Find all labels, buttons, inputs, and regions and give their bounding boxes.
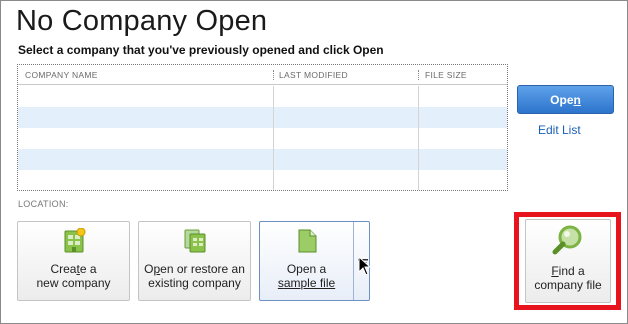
column-header-file-size[interactable]: FILE SIZE <box>425 70 467 80</box>
magnifier-icon <box>552 225 582 255</box>
table-row[interactable] <box>18 86 507 107</box>
no-company-open-window: No Company Open Select a company that yo… <box>0 0 628 324</box>
table-row[interactable] <box>18 128 507 149</box>
new-company-icon <box>64 228 85 253</box>
find-company-file-label: Find a company file <box>534 264 602 292</box>
column-line <box>418 86 419 190</box>
column-header-last-modified[interactable]: LAST MODIFIED <box>279 70 348 80</box>
open-restore-company-label: Open or restore an existing company <box>144 262 245 290</box>
sample-file-icon <box>298 229 317 253</box>
restore-company-icon <box>184 229 205 253</box>
table-row[interactable] <box>18 107 507 128</box>
open-button[interactable]: Open <box>517 85 614 114</box>
column-divider[interactable] <box>273 70 274 80</box>
column-line <box>273 86 274 190</box>
open-restore-company-button[interactable]: Open or restore an existing company <box>138 221 251 301</box>
table-row[interactable] <box>18 170 507 190</box>
table-header: COMPANY NAME LAST MODIFIED FILE SIZE <box>18 65 507 85</box>
column-header-company-name[interactable]: COMPANY NAME <box>25 70 98 80</box>
open-button-label: Open <box>550 92 581 107</box>
open-sample-file-button[interactable]: Open a sample file <box>259 221 370 301</box>
mouse-cursor-icon <box>358 256 372 276</box>
column-divider[interactable] <box>418 70 419 80</box>
edit-list-link[interactable]: Edit List <box>538 123 581 137</box>
find-company-file-button[interactable]: Find a company file <box>525 219 611 303</box>
page-title: No Company Open <box>16 5 268 37</box>
split-divider <box>353 222 354 300</box>
table-body <box>18 86 507 190</box>
create-new-company-label: Create a new company <box>36 262 111 290</box>
company-list-table[interactable]: COMPANY NAME LAST MODIFIED FILE SIZE <box>17 64 508 191</box>
open-sample-file-label: Open a sample file <box>277 262 336 290</box>
create-new-company-button[interactable]: Create a new company <box>17 221 130 301</box>
table-row[interactable] <box>18 149 507 170</box>
page-subtitle: Select a company that you've previously … <box>18 43 384 57</box>
location-label: LOCATION: <box>18 199 69 209</box>
